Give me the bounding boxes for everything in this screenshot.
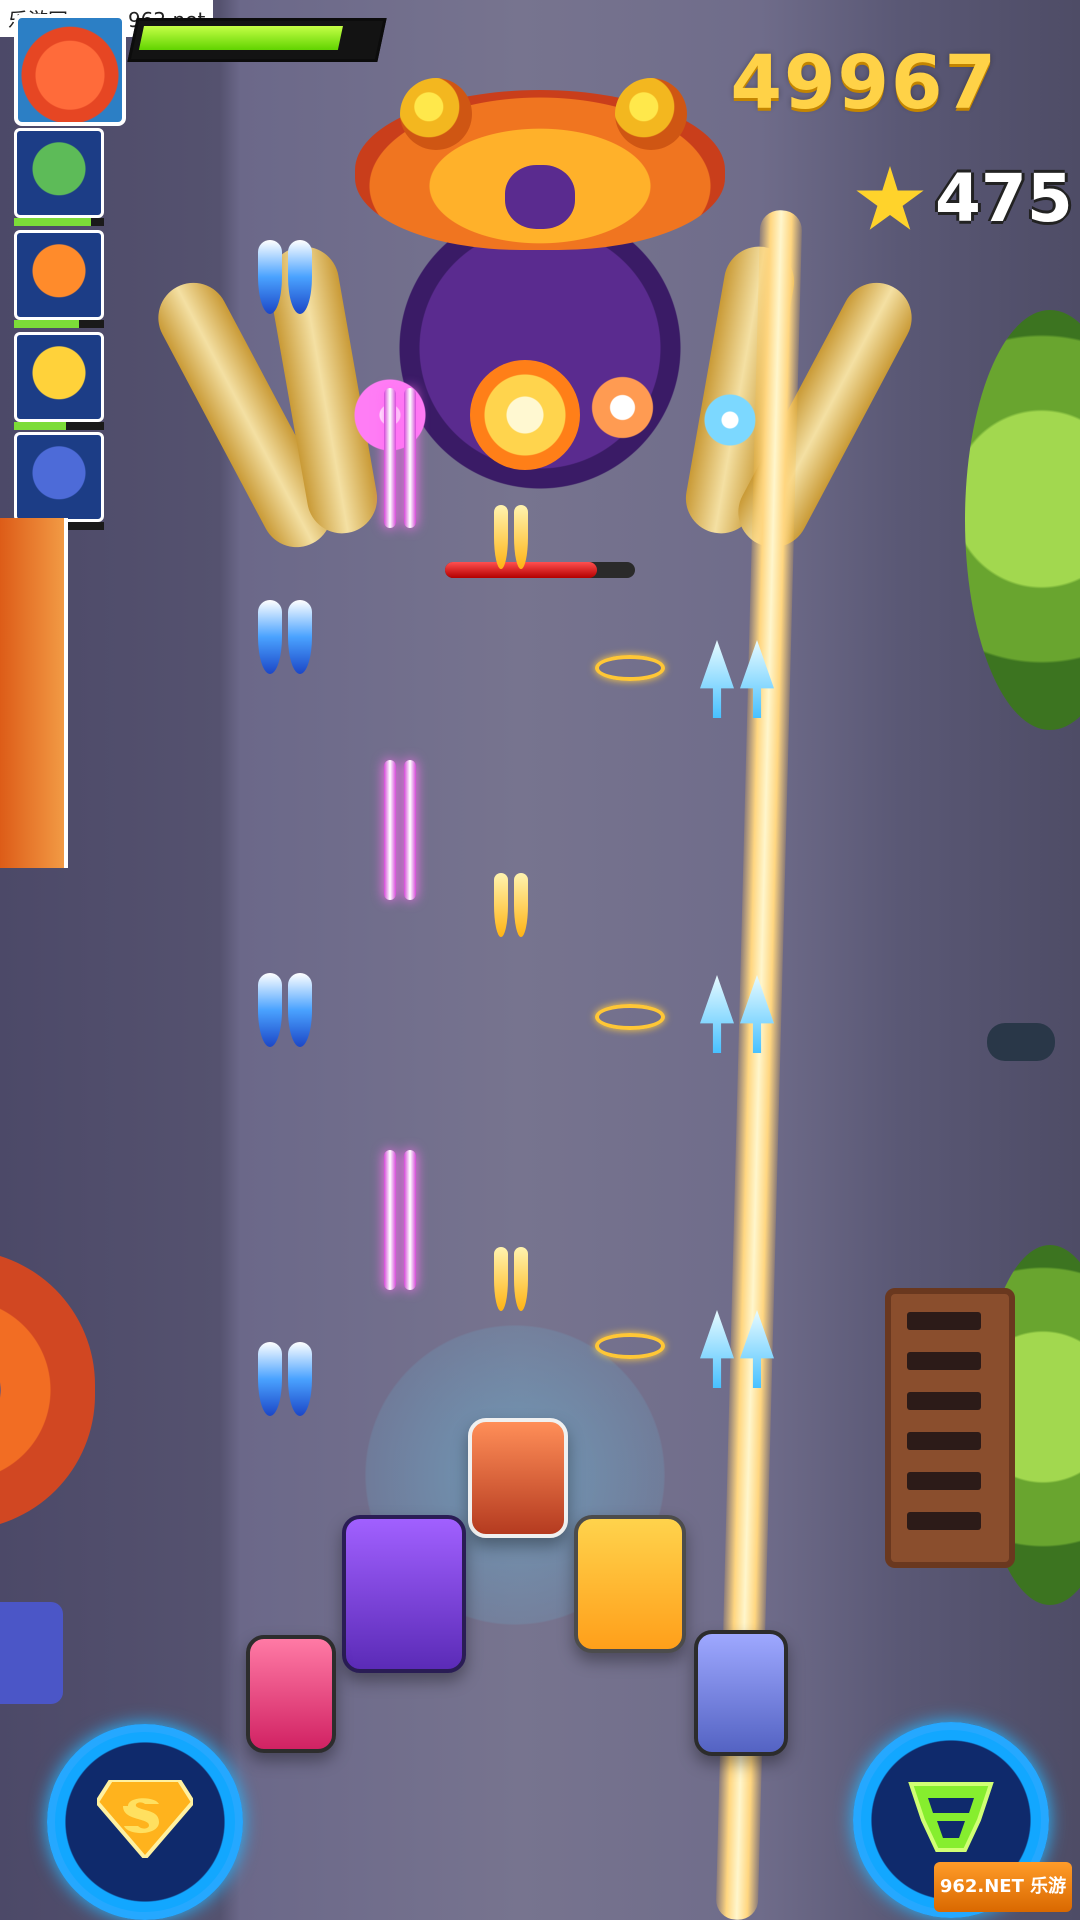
pink-laser-shot [384, 760, 396, 900]
pink-laser-shot [404, 760, 416, 900]
wingman-2-health-bar [14, 320, 104, 328]
gold-shot [514, 1247, 528, 1311]
purple-ally-ship [342, 1515, 466, 1673]
wingman-3-health-fill [14, 422, 67, 430]
player-health-fill [138, 26, 343, 50]
wingman-3-health-bar [14, 422, 104, 430]
orange-hit-effect [580, 365, 665, 450]
gold-shot [494, 873, 508, 937]
gold-shot [494, 1247, 508, 1311]
super-skill-icon [97, 1780, 193, 1858]
blue-shot [288, 600, 312, 674]
right-tree-top [965, 310, 1080, 730]
star-icon [856, 166, 924, 230]
blue-shot [288, 1342, 312, 1416]
street-lamp [987, 1023, 1055, 1061]
blue-shot [258, 973, 282, 1047]
gold-ring-shot [595, 1004, 665, 1030]
boss-right-eye [615, 78, 687, 150]
gold-shot [494, 505, 508, 569]
corner-logo: 962.NET 乐游网 [934, 1862, 1072, 1912]
left-panel [0, 1602, 63, 1704]
pink-laser-shot [404, 388, 416, 528]
pink-ally-ship [246, 1635, 336, 1753]
player-ship [468, 1418, 568, 1538]
gold-shot [514, 873, 528, 937]
pink-laser-shot [404, 1150, 416, 1290]
wingman-2-health-fill [14, 320, 79, 328]
explosion-effect [470, 360, 580, 470]
blue-shot [288, 240, 312, 314]
wingman-4-portrait [14, 432, 104, 522]
boss-left-eye [400, 78, 472, 150]
blue-ally-ship [694, 1630, 788, 1756]
blue-shot [258, 240, 282, 314]
pink-laser-shot [384, 1150, 396, 1290]
gold-ring-shot [595, 655, 665, 681]
wingman-1-health-fill [14, 218, 91, 226]
blue-shot [288, 973, 312, 1047]
boss-health-bar [445, 562, 635, 578]
super-skill-button[interactable] [47, 1724, 243, 1920]
sewer-grate [885, 1288, 1015, 1568]
kunai-shot [700, 975, 734, 1053]
left-building [0, 518, 68, 868]
hero-portrait-icon [14, 14, 126, 126]
kunai-shot [700, 640, 734, 718]
transform-skill-icon [908, 1782, 994, 1852]
wingman-3-portrait [14, 332, 104, 422]
wingman-1-portrait [14, 128, 104, 218]
gold-shot [514, 505, 528, 569]
wingman-2-portrait [14, 230, 104, 320]
yellow-ally-ship [574, 1515, 686, 1653]
blue-shot [258, 600, 282, 674]
pink-laser-shot [384, 388, 396, 528]
left-dome [0, 1250, 95, 1530]
blue-shot [258, 1342, 282, 1416]
game-stage[interactable]: { "watermark": "乐游网 www.962.net", "score… [0, 0, 1080, 1920]
wingman-1-health-bar [14, 218, 104, 226]
boss-mouth [505, 165, 575, 229]
coin-count: 475 [935, 160, 1073, 237]
player-health-bar [127, 18, 387, 62]
score-display: 49967 [730, 40, 998, 126]
